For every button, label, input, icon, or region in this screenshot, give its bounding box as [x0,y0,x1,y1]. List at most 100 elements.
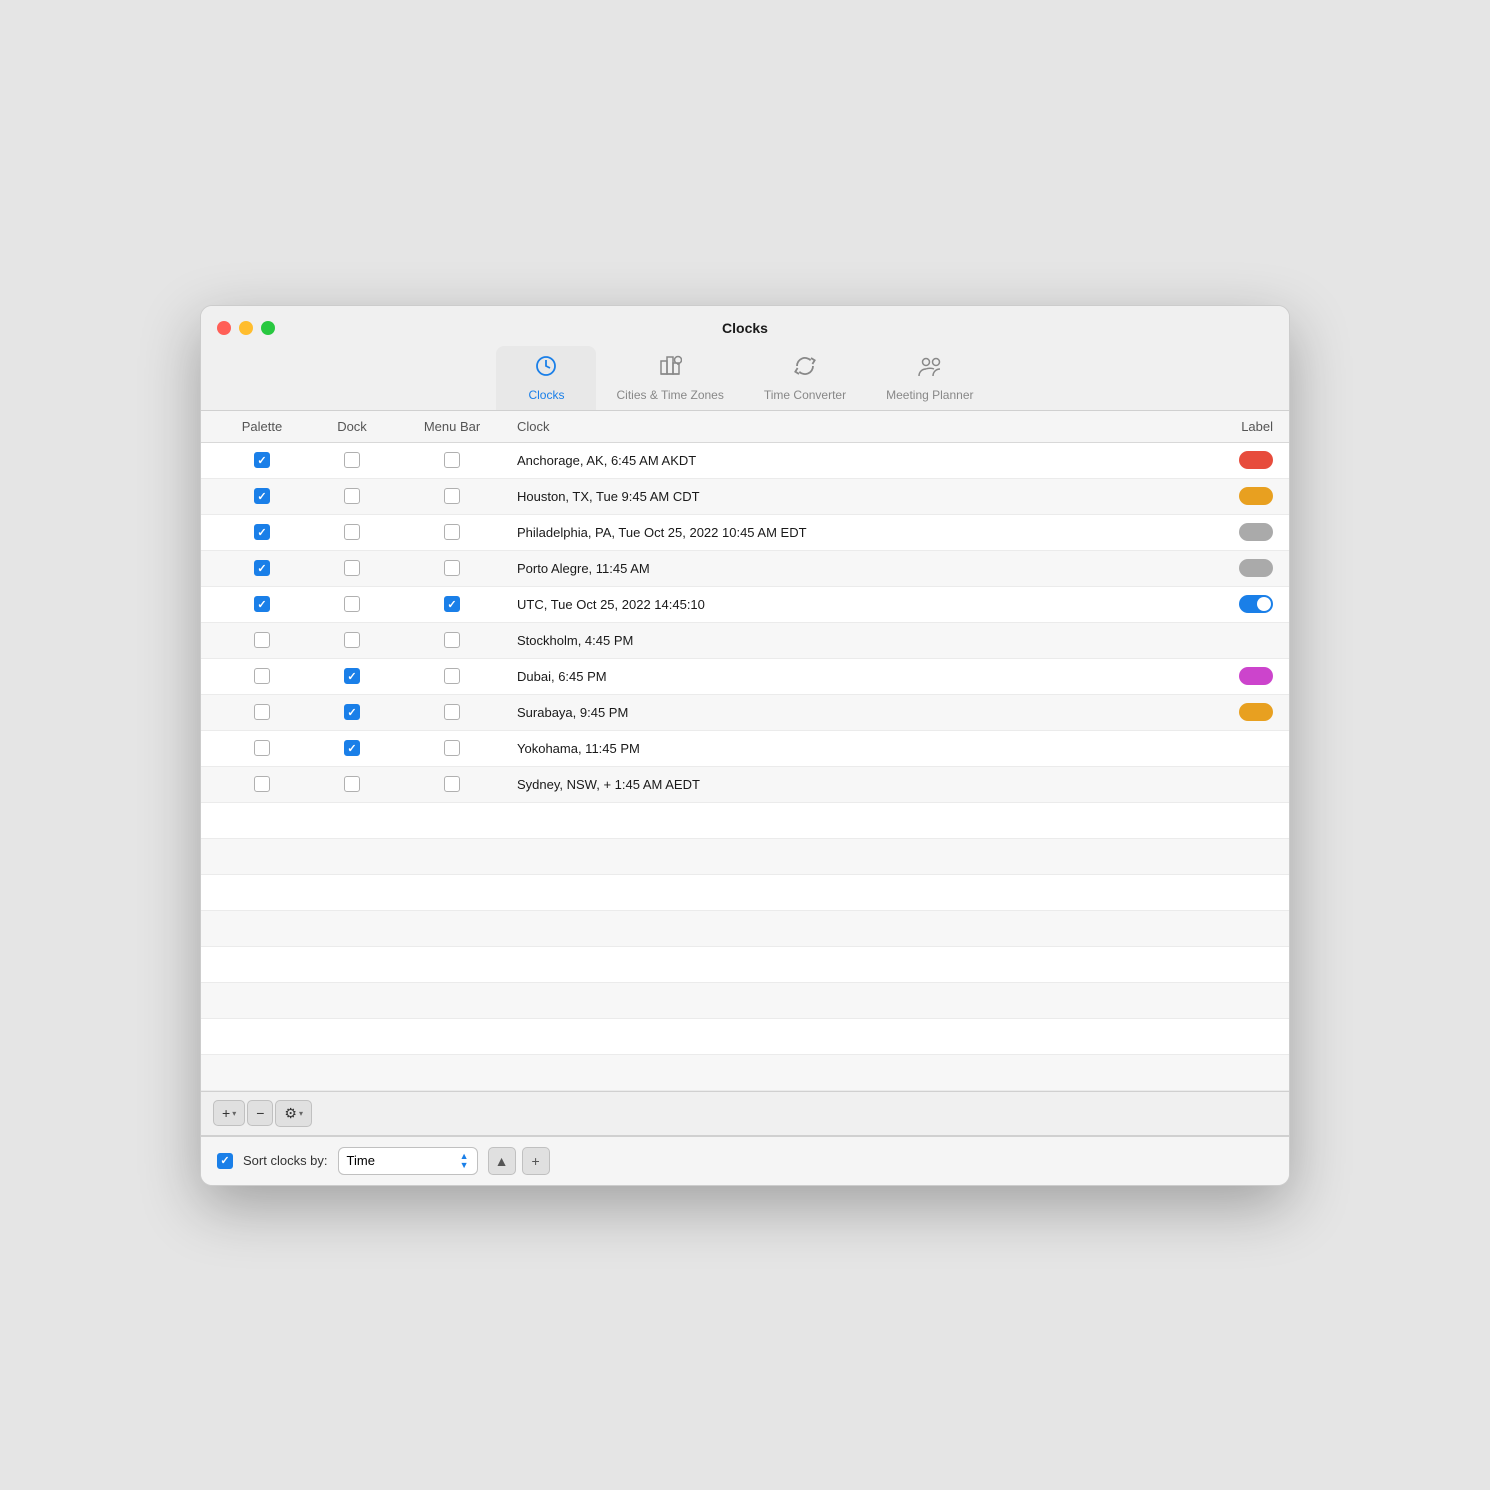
menubar-checkbox-8[interactable] [397,740,507,756]
label-cell [1193,559,1273,577]
checkbox[interactable] [444,632,460,648]
title-bar: Clocks Clocks [201,306,1289,411]
checkbox[interactable] [344,596,360,612]
palette-checkbox-0[interactable] [217,452,307,468]
checkbox[interactable] [444,452,460,468]
menubar-checkbox-7[interactable] [397,704,507,720]
checkbox[interactable] [444,560,460,576]
palette-checkbox-3[interactable] [217,560,307,576]
checkbox[interactable] [254,560,270,576]
table-header: Palette Dock Menu Bar Clock Label [201,411,1289,443]
remove-button[interactable]: − [247,1100,273,1126]
dock-checkbox-3[interactable] [307,560,397,576]
dock-checkbox-4[interactable] [307,596,397,612]
tab-cities-label: Cities & Time Zones [616,388,723,402]
menubar-checkbox-5[interactable] [397,632,507,648]
color-label[interactable] [1239,487,1273,505]
palette-checkbox-9[interactable] [217,776,307,792]
city-name: Surabaya, 9:45 PM [507,705,1193,720]
dock-checkbox-8[interactable] [307,740,397,756]
checkbox[interactable] [444,740,460,756]
palette-checkbox-2[interactable] [217,524,307,540]
bottom-toolbar: + ▾ − ⚙ ▾ [201,1091,1289,1135]
maximize-button[interactable] [261,321,275,335]
checkbox[interactable] [344,704,360,720]
color-label[interactable] [1239,559,1273,577]
add-button[interactable]: + ▾ [213,1100,245,1126]
checkbox[interactable] [254,632,270,648]
col-header-clock: Clock [507,419,1193,434]
sort-checkbox-container [217,1153,233,1169]
dock-checkbox-9[interactable] [307,776,397,792]
checkbox[interactable] [344,632,360,648]
checkbox[interactable] [254,668,270,684]
dock-checkbox-1[interactable] [307,488,397,504]
toggle-label[interactable] [1239,595,1273,613]
checkbox[interactable] [254,740,270,756]
close-button[interactable] [217,321,231,335]
palette-checkbox-6[interactable] [217,668,307,684]
sort-up-button[interactable]: ▲ [488,1147,516,1175]
window-title: Clocks [217,320,1273,336]
color-label[interactable] [1239,523,1273,541]
color-label[interactable] [1239,451,1273,469]
empty-row [201,983,1289,1019]
menubar-checkbox-3[interactable] [397,560,507,576]
menubar-checkbox-1[interactable] [397,488,507,504]
settings-button[interactable]: ⚙ ▾ [275,1100,312,1127]
sort-select[interactable]: Time ▲ ▼ [338,1147,478,1175]
color-label[interactable] [1239,667,1273,685]
menubar-checkbox-6[interactable] [397,668,507,684]
color-label[interactable] [1239,703,1273,721]
palette-checkbox-7[interactable] [217,704,307,720]
palette-checkbox-8[interactable] [217,740,307,756]
menubar-checkbox-0[interactable] [397,452,507,468]
menubar-checkbox-9[interactable] [397,776,507,792]
checkbox[interactable] [254,596,270,612]
menubar-checkbox-2[interactable] [397,524,507,540]
tab-cities[interactable]: Cities & Time Zones [596,346,743,410]
tab-meeting-label: Meeting Planner [886,388,973,402]
checkbox[interactable] [444,704,460,720]
checkbox[interactable] [254,704,270,720]
minimize-button[interactable] [239,321,253,335]
empty-row [201,911,1289,947]
dock-checkbox-7[interactable] [307,704,397,720]
label-cell [1193,451,1273,469]
palette-checkbox-4[interactable] [217,596,307,612]
checkbox[interactable] [444,776,460,792]
checkbox[interactable] [344,524,360,540]
empty-row [201,947,1289,983]
sort-add-button[interactable]: + [522,1147,550,1175]
tab-clocks[interactable]: Clocks [496,346,596,410]
checkbox[interactable] [344,488,360,504]
palette-checkbox-5[interactable] [217,632,307,648]
dock-checkbox-0[interactable] [307,452,397,468]
dock-checkbox-5[interactable] [307,632,397,648]
checkbox[interactable] [254,452,270,468]
palette-checkbox-1[interactable] [217,488,307,504]
checkbox[interactable] [254,776,270,792]
sort-checkbox[interactable] [217,1153,233,1169]
settings-dropdown-arrow: ▾ [299,1109,303,1118]
checkbox[interactable] [444,524,460,540]
dock-checkbox-2[interactable] [307,524,397,540]
table-row: Stockholm, 4:45 PM [201,623,1289,659]
checkbox[interactable] [444,668,460,684]
col-header-menubar: Menu Bar [397,419,507,434]
checkbox[interactable] [344,560,360,576]
dock-checkbox-6[interactable] [307,668,397,684]
checkbox[interactable] [344,668,360,684]
checkbox[interactable] [444,596,460,612]
checkbox[interactable] [344,740,360,756]
checkbox[interactable] [344,452,360,468]
menubar-checkbox-4[interactable] [397,596,507,612]
checkbox[interactable] [344,776,360,792]
checkbox[interactable] [444,488,460,504]
tab-meeting[interactable]: Meeting Planner [866,346,993,410]
checkbox[interactable] [254,488,270,504]
tab-converter[interactable]: Time Converter [744,346,866,410]
city-name: Houston, TX, Tue 9:45 AM CDT [507,489,1193,504]
checkbox[interactable] [254,524,270,540]
label-cell [1193,487,1273,505]
